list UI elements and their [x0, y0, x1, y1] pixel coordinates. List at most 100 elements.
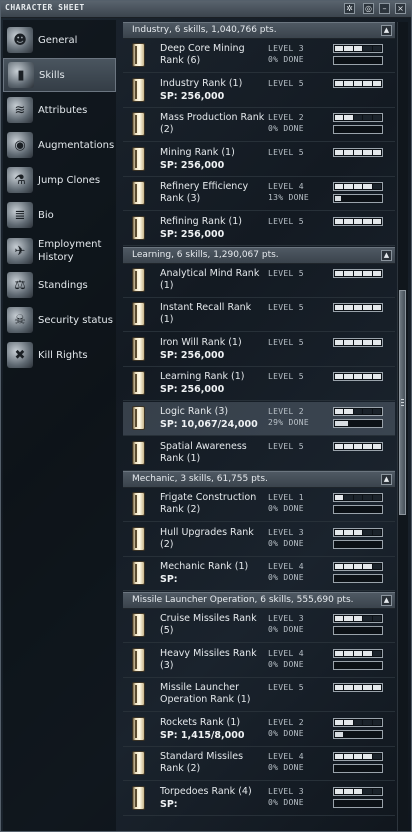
skill-progress-text: 13% DONE — [268, 193, 309, 203]
skill-row[interactable]: Frigate Construction Rank (2) LEVEL 1 0% D… — [123, 488, 395, 523]
skill-group-header[interactable]: Missile Launcher Operation, 6 skills, 55… — [123, 592, 395, 609]
skill-progress-bar — [333, 799, 383, 808]
skill-progress-text: 0% DONE — [268, 763, 304, 773]
level-segment — [372, 184, 382, 190]
skill-row[interactable]: Iron Will Rank (1) SP: 256,000 LEVEL 5 — [123, 333, 395, 367]
skill-row[interactable]: Mechanic Rank (1) SP: LEVEL 4 0% DONE — [123, 557, 395, 592]
skill-row[interactable]: Deep Core Mining Rank (6) LEVEL 3 0% DONE — [123, 39, 395, 73]
title-bar[interactable]: CHARACTER SHEET ✲ ◎ – × — [1, 1, 411, 18]
skill-group-header[interactable]: Learning, 6 skills, 1,290,067 pts. ▲ — [123, 246, 395, 264]
level-segment — [344, 115, 353, 121]
skill-row[interactable]: Industry Rank (1) SP: 256,000 LEVEL 5 — [123, 74, 395, 108]
level-segment — [353, 374, 363, 380]
skill-level: LEVEL 2 — [268, 113, 304, 123]
collapse-group-icon[interactable]: ▲ — [381, 249, 392, 261]
sidebar-item-skills[interactable]: ▮ Skills — [3, 58, 116, 92]
skill-level-indicator — [333, 493, 383, 503]
level-segment — [344, 443, 353, 449]
level-segment — [363, 754, 372, 760]
skill-group-label: Missile Launcher Operation, 6 skills, 55… — [132, 595, 354, 605]
level-segment — [335, 564, 344, 570]
level-segment — [353, 685, 363, 691]
level-segment — [372, 374, 382, 380]
skill-level-indicator — [333, 407, 383, 416]
skill-progress-bar — [333, 56, 383, 65]
sidebar-item-security-status[interactable]: ☠ Security status — [3, 303, 116, 337]
level-segment — [344, 495, 353, 501]
skill-row[interactable]: Torpedoes Rank (4) SP: LEVEL 3 0% DONE — [123, 782, 395, 816]
collapse-group-icon[interactable]: ▲ — [381, 25, 392, 36]
skill-progress-text: 0% DONE — [268, 573, 304, 583]
skill-level: LEVEL 1 — [268, 493, 304, 503]
skill-name: Analytical Mind Rank (1) — [160, 267, 260, 291]
level-segment — [353, 495, 363, 501]
level-segment — [363, 443, 372, 449]
skillbook-icon — [132, 682, 145, 707]
skill-row[interactable]: Missile Launcher Operation Rank (1) LEVEL… — [123, 678, 395, 713]
sidebar-item-standings[interactable]: ⚖ Standings — [3, 268, 116, 302]
close-icon[interactable]: × — [395, 3, 406, 14]
level-segment — [335, 339, 344, 345]
skill-row[interactable]: Heavy Missiles Rank (3) LEVEL 4 0% DONE — [123, 644, 395, 678]
skill-row[interactable]: Spatial Awareness Rank (1) LEVEL 5 — [123, 437, 395, 471]
skill-row[interactable]: Instant Recall Rank (1) LEVEL 5 — [123, 298, 395, 333]
skill-name: Instant Recall Rank (1) — [160, 302, 252, 326]
skill-name: Deep Core Mining Rank (6) — [160, 43, 245, 66]
collapse-group-icon[interactable]: ▲ — [381, 595, 392, 606]
skill-row[interactable]: Learning Rank (1) SP: 256,000 LEVEL 5 — [123, 367, 395, 402]
skill-level-indicator — [333, 147, 383, 157]
skillbook-icon — [132, 526, 145, 551]
skill-group-header[interactable]: Mechanic, 3 skills, 61,755 pts. ▲ — [123, 471, 395, 489]
level-segment — [372, 80, 382, 86]
level-segment — [344, 184, 353, 190]
level-segment — [363, 305, 372, 311]
skillbook-icon — [132, 786, 145, 810]
skill-name: Logic Rank (3) — [160, 406, 229, 417]
skill-progress-bar — [333, 764, 383, 774]
level-segment — [335, 184, 344, 190]
skill-row[interactable]: Mass Production Rank (2) LEVEL 2 0% DONE — [123, 108, 395, 143]
skill-row[interactable]: Mining Rank (1) SP: 256,000 LEVEL 5 — [123, 143, 395, 177]
skill-group-header[interactable]: Industry, 6 skills, 1,040,766 pts. ▲ — [123, 22, 395, 39]
skill-row[interactable]: Analytical Mind Rank (1) LEVEL 5 — [123, 264, 395, 298]
sidebar-item-label: Employment History — [38, 239, 102, 263]
skill-row[interactable]: Logic Rank (3) SP: 10,067/24,000 LEVEL 2 29… — [123, 402, 395, 436]
level-segment — [344, 616, 353, 621]
skill-row[interactable]: Hull Upgrades Rank (2) LEVEL 3 0% DONE — [123, 523, 395, 557]
skill-level: LEVEL 5 — [268, 372, 304, 382]
skill-name: Refinery Efficiency Rank (3) — [160, 181, 249, 205]
skill-progress-text: 0% DONE — [268, 659, 304, 669]
minimize-icon[interactable]: – — [379, 3, 390, 14]
skillbook-icon — [132, 371, 145, 396]
collapse-group-icon[interactable]: ▲ — [381, 474, 392, 486]
pin-icon[interactable]: ✲ — [344, 3, 355, 14]
skill-name: Heavy Missiles Rank (3) — [160, 647, 257, 671]
sidebar-item-jump-clones[interactable]: ⚗ Jump Clones — [3, 163, 116, 197]
skill-level: LEVEL 4 — [268, 752, 304, 762]
skill-row[interactable]: Rockets Rank (1) SP: 1,415/8,000 LEVEL 2 0%… — [123, 713, 395, 747]
sidebar-item-employment-history[interactable]: ✈ Employment History — [3, 234, 116, 268]
skill-row[interactable]: Standard Missiles Rank (2) LEVEL 4 0% DONE — [123, 747, 395, 782]
scrollbar[interactable] — [397, 22, 408, 831]
level-segment — [353, 754, 363, 760]
skill-name: Refining Rank (1) — [160, 216, 242, 227]
sidebar-navigation: ☻ General ▮ Skills ≋ Attributes ◉ Augmentations… — [3, 20, 116, 831]
sidebar-item-kill-rights[interactable]: ✖ Kill Rights — [3, 338, 116, 372]
skill-points: SP: 1,415/8,000 — [160, 729, 245, 741]
skill-level: LEVEL 5 — [268, 78, 304, 88]
skill-name: Mechanic Rank (1) — [160, 561, 249, 573]
settings-icon[interactable]: ◎ — [363, 3, 374, 14]
sidebar-item-attributes[interactable]: ≋ Attributes — [3, 93, 116, 127]
sidebar-item-bio[interactable]: ≣ Bio — [3, 198, 116, 232]
scrollbar-thumb[interactable] — [399, 290, 406, 515]
skillbook-icon — [132, 77, 145, 102]
sidebar-item-general[interactable]: ☻ General — [3, 23, 116, 57]
skill-row[interactable]: Refinery Efficiency Rank (3) LEVEL 4 13% D… — [123, 177, 395, 212]
sidebar-item-augmentations[interactable]: ◉ Augmentations — [3, 128, 116, 162]
skill-row[interactable]: Refining Rank (1) SP: 256,000 LEVEL 5 — [123, 212, 395, 246]
level-segment — [363, 46, 372, 51]
kill-rights-icon: ✖ — [7, 342, 33, 368]
skill-name: Mass Production Rank (2) — [160, 112, 265, 136]
skill-row[interactable]: Cruise Missiles Rank (5) LEVEL 3 0% DONE — [123, 609, 395, 643]
skill-level: LEVEL 2 — [268, 717, 304, 727]
